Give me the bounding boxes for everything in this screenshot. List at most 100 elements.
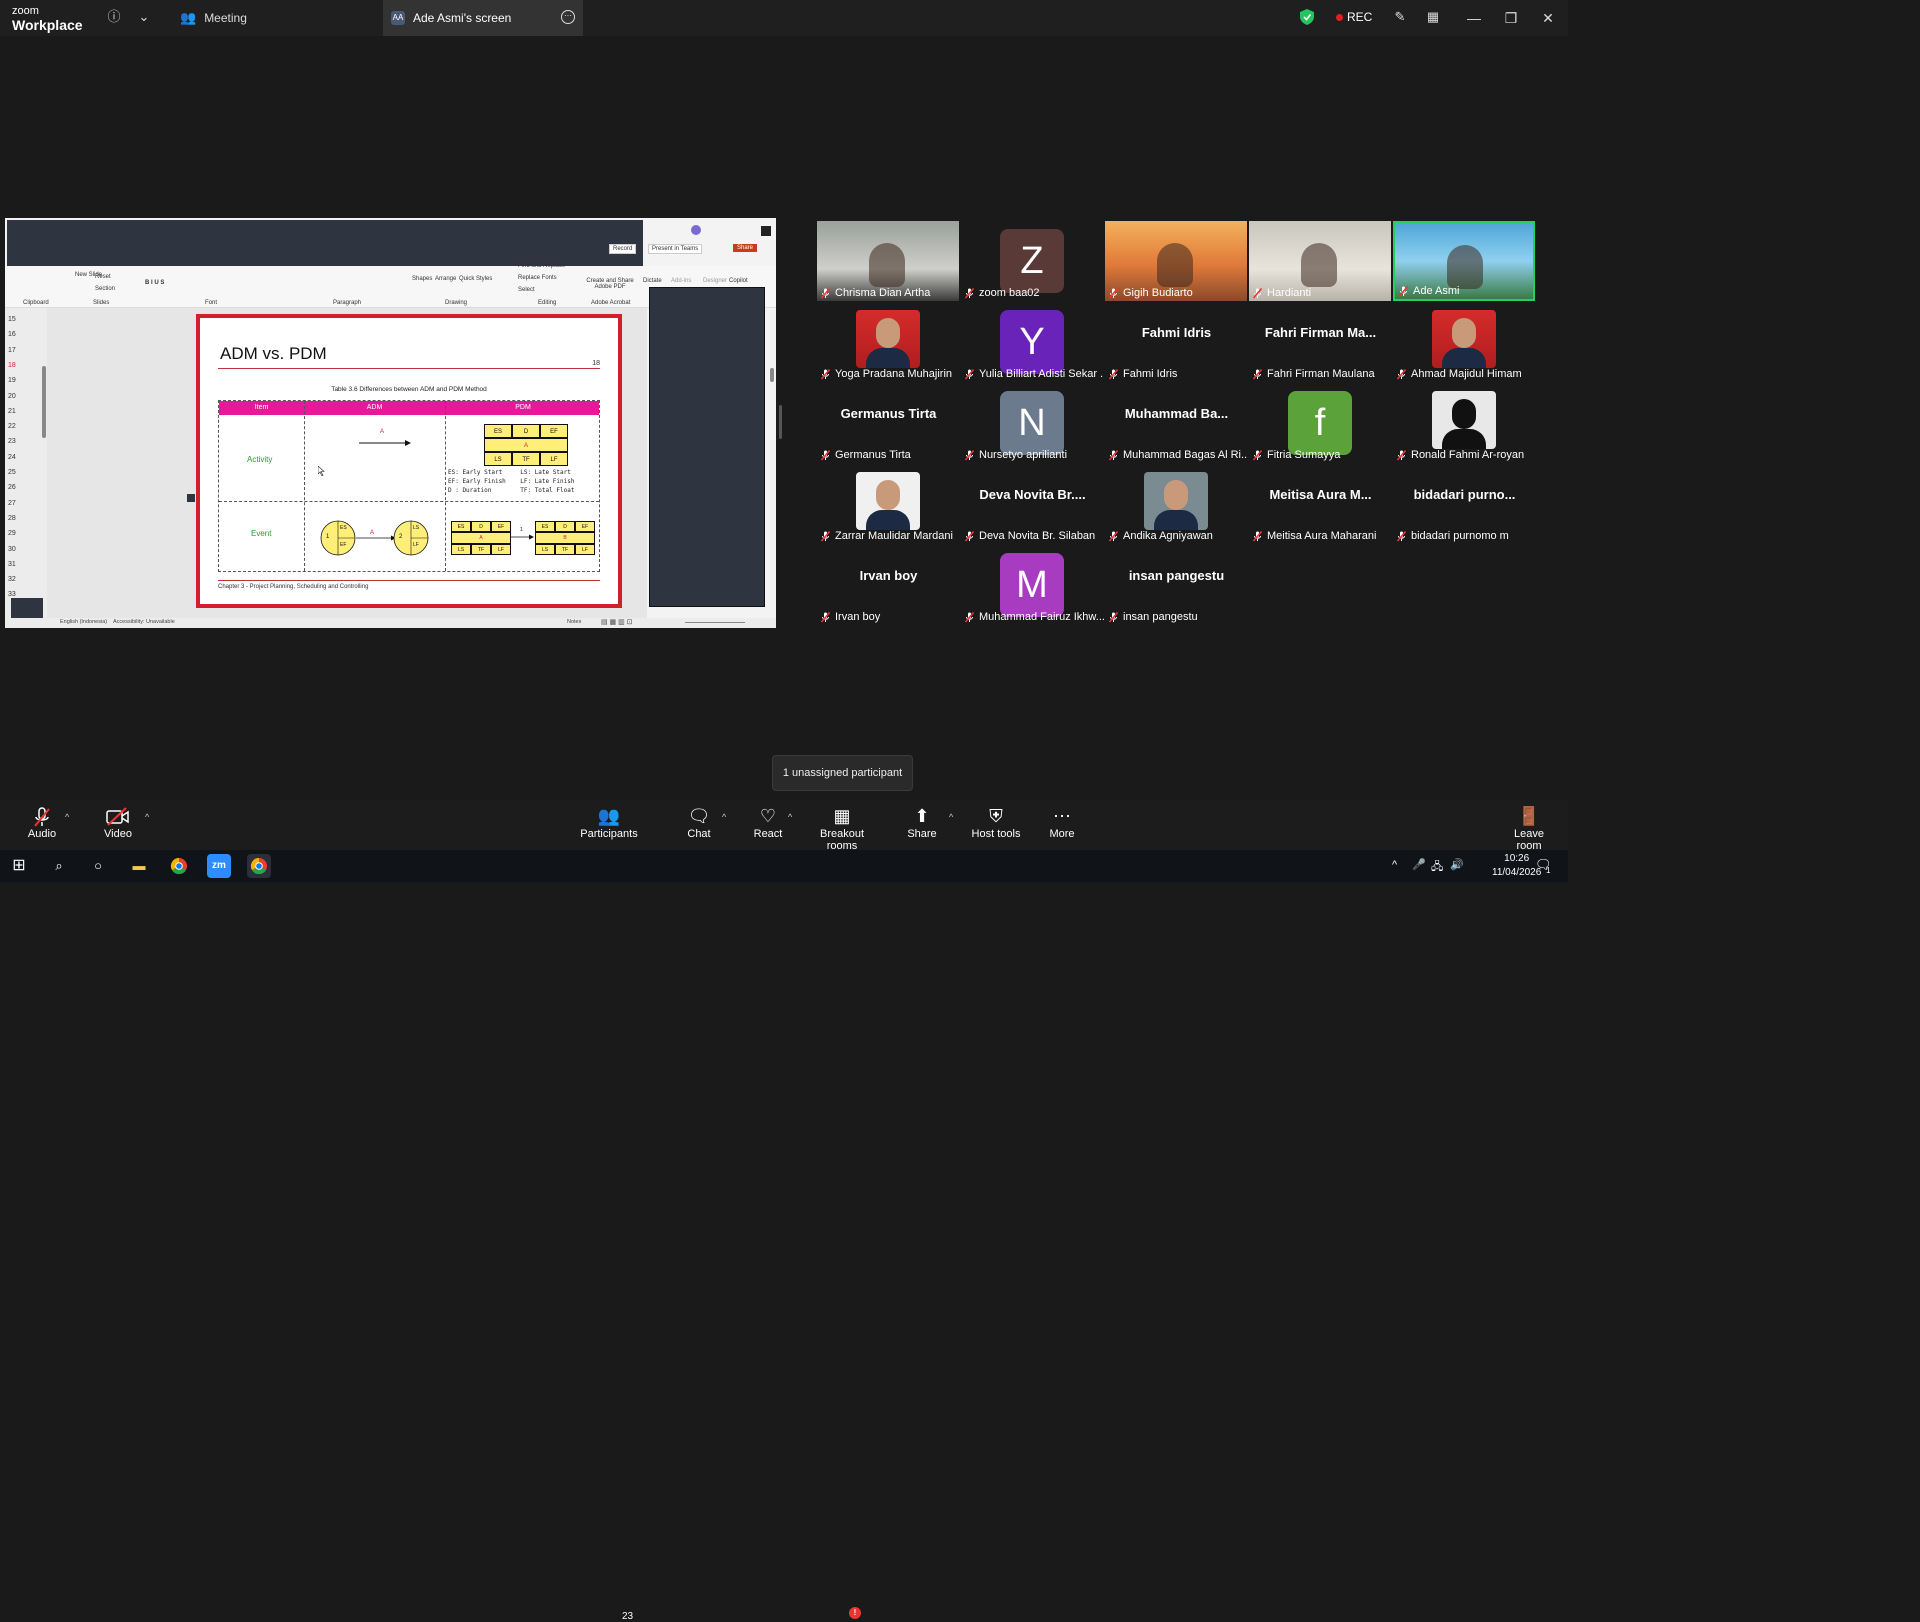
slide-thumbnail-number[interactable]: 25 bbox=[8, 469, 16, 476]
restore-icon[interactable]: ❐ bbox=[1501, 8, 1521, 28]
ppt-share-button[interactable]: Share bbox=[733, 244, 758, 252]
participant-tile[interactable]: Germanus Tirta Germanus Tirta bbox=[817, 383, 960, 463]
more-button[interactable]: ⋯ More bbox=[1042, 800, 1082, 850]
find-replace-button[interactable]: Find and Replace bbox=[518, 263, 565, 269]
accessibility-status[interactable]: Accessibility: Unavailable bbox=[113, 619, 175, 625]
designer-button[interactable]: Designer bbox=[703, 278, 727, 284]
zoom-slider[interactable] bbox=[685, 622, 745, 623]
close-icon[interactable]: ✕ bbox=[1538, 8, 1558, 28]
quick-styles-button[interactable]: Quick Styles bbox=[459, 276, 492, 282]
replace-fonts-button[interactable]: Replace Fonts bbox=[518, 275, 557, 281]
more-options-icon[interactable]: ··· bbox=[561, 10, 575, 24]
screen-share-tab[interactable]: AA Ade Asmi's screen ··· bbox=[383, 0, 583, 36]
search-icon[interactable]: ⌕ bbox=[47, 854, 71, 878]
canvas-scrollbar[interactable] bbox=[770, 368, 774, 382]
participant-tile[interactable]: Chrisma Dian Artha bbox=[817, 221, 959, 301]
view-buttons[interactable]: ▤ ▦ ▥ ⊡ bbox=[601, 618, 633, 626]
participant-tile[interactable]: Zarrar Maulidar Mardani bbox=[817, 464, 960, 544]
task-view-icon[interactable]: ○ bbox=[86, 854, 110, 878]
participant-tile[interactable]: Yoga Pradana Muhajirin bbox=[817, 302, 960, 382]
slide-thumbnail-number[interactable]: 17 bbox=[8, 347, 16, 354]
minimize-icon[interactable]: — bbox=[1464, 8, 1484, 28]
participant-tile[interactable]: insan pangestu insan pangestu bbox=[1105, 545, 1248, 625]
audio-options-caret[interactable]: ^ bbox=[65, 812, 69, 822]
participant-tile[interactable]: Irvan boy Irvan boy bbox=[817, 545, 960, 625]
reset-button[interactable]: Reset bbox=[95, 274, 111, 280]
present-in-teams-button[interactable]: Present in Teams bbox=[648, 244, 703, 254]
slide-thumbnail-number[interactable]: 23 bbox=[8, 438, 16, 445]
meeting-tab[interactable]: 👥 Meeting bbox=[170, 0, 380, 36]
participant-tile[interactable]: N Nursetyo aprilianti bbox=[961, 383, 1104, 463]
participant-tile[interactable]: Hardianti bbox=[1249, 221, 1391, 301]
select-button[interactable]: Select bbox=[518, 287, 535, 293]
section-button[interactable]: Section bbox=[95, 286, 115, 292]
chrome-active-icon[interactable] bbox=[247, 854, 271, 878]
participant-tile[interactable]: f Fitria Sumayya bbox=[1249, 383, 1392, 463]
slide-thumbnail-number[interactable]: 28 bbox=[8, 515, 16, 522]
participant-tile[interactable]: bidadari purno... bidadari purnomo m bbox=[1393, 464, 1536, 544]
slide-thumbnail-number[interactable]: 29 bbox=[8, 530, 16, 537]
participant-tile[interactable]: Ronald Fahmi Ar-royan bbox=[1393, 383, 1536, 463]
slide-thumbnail-number[interactable]: 27 bbox=[8, 500, 16, 507]
thumbnail-scrollbar[interactable] bbox=[42, 366, 46, 438]
chat-button[interactable]: 🗨 Chat bbox=[680, 800, 718, 850]
slide-thumbnail-number[interactable]: 22 bbox=[8, 423, 16, 430]
participant-tile[interactable]: Muhammad Ba... Muhammad Bagas Al Ri... bbox=[1105, 383, 1248, 463]
participant-tile[interactable]: M Muhammad Fairuz Ikhw... bbox=[961, 545, 1104, 625]
create-share-pdf-button[interactable]: Create and Share Adobe PDF bbox=[585, 278, 635, 290]
recording-indicator[interactable]: REC bbox=[1336, 10, 1372, 24]
video-button[interactable]: Video bbox=[98, 800, 138, 850]
tray-chevron-icon[interactable]: ^ bbox=[1392, 859, 1397, 871]
arrange-button[interactable]: Arrange bbox=[435, 276, 456, 282]
react-options-caret[interactable]: ^ bbox=[788, 812, 792, 822]
tray-volume-icon[interactable]: 🔊 bbox=[1450, 858, 1464, 871]
view-layout-icon[interactable]: ▦ bbox=[1424, 8, 1442, 26]
taskbar-clock[interactable]: 10:26 11/04/2026 bbox=[1492, 852, 1541, 880]
chevron-down-icon[interactable]: ⌄ bbox=[135, 8, 153, 26]
share-button[interactable]: ⬆ Share bbox=[902, 800, 942, 850]
participant-tile[interactable]: Andika Agniyawan bbox=[1105, 464, 1248, 544]
react-button[interactable]: ♡ React bbox=[748, 800, 788, 850]
participant-tile[interactable]: Fahri Firman Ma... Fahri Firman Maulana bbox=[1249, 302, 1392, 382]
annotate-pencil-icon[interactable]: ✎ bbox=[1391, 8, 1409, 26]
slide-thumbnail-number[interactable]: 20 bbox=[8, 393, 16, 400]
participant-tile[interactable]: Meitisa Aura M... Meitisa Aura Maharani bbox=[1249, 464, 1392, 544]
share-options-caret[interactable]: ^ bbox=[949, 812, 953, 822]
slide-thumbnail-number[interactable]: 30 bbox=[8, 546, 16, 553]
participant-tile[interactable]: Y Yulia Billiart Adisti Sekar ... bbox=[961, 302, 1104, 382]
leave-room-button[interactable]: 🚪 Leave room bbox=[1500, 800, 1558, 852]
participants-button[interactable]: 👥 Participants bbox=[578, 800, 640, 850]
participant-tile[interactable]: Gigih Budiarto bbox=[1105, 221, 1247, 301]
user-avatar-icon[interactable] bbox=[691, 225, 701, 235]
language-status[interactable]: English (Indonesia) bbox=[60, 619, 107, 625]
tray-mic-icon[interactable]: 🎤 bbox=[1412, 858, 1426, 871]
video-options-caret[interactable]: ^ bbox=[145, 812, 149, 822]
info-icon[interactable]: ⓘ bbox=[105, 8, 123, 26]
font-style-buttons[interactable]: B I U S bbox=[145, 280, 164, 286]
shapes-button[interactable]: Shapes bbox=[412, 276, 432, 282]
splitter-handle[interactable] bbox=[779, 405, 782, 439]
tray-network-icon[interactable]: 🖧 bbox=[1431, 858, 1443, 877]
participant-tile[interactable]: Deva Novita Br.... Deva Novita Br. Silaba… bbox=[961, 464, 1104, 544]
addins-button[interactable]: Add-ins bbox=[671, 278, 691, 284]
chrome-icon[interactable] bbox=[167, 854, 191, 878]
participant-tile[interactable]: Ade Asmi bbox=[1393, 221, 1535, 301]
slide-thumbnail-number[interactable]: 26 bbox=[8, 484, 16, 491]
breakout-rooms-button[interactable]: ▦ Breakout rooms bbox=[805, 800, 879, 852]
slide-thumbnail-number[interactable]: 19 bbox=[8, 377, 16, 384]
slide-thumbnail-number[interactable]: 21 bbox=[8, 408, 16, 415]
file-explorer-icon[interactable]: ▬ bbox=[127, 854, 151, 878]
shield-icon[interactable] bbox=[1300, 9, 1314, 25]
participant-tile[interactable]: Zzoom baa02 bbox=[961, 221, 1104, 301]
copilot-button[interactable]: Copilot bbox=[729, 278, 748, 284]
selection-handle[interactable] bbox=[187, 494, 195, 502]
slide-thumbnail-number[interactable]: 15 bbox=[8, 316, 16, 323]
notes-button[interactable]: Notes bbox=[567, 619, 581, 625]
zoom-app-icon[interactable]: zm bbox=[207, 854, 231, 878]
slide-thumbnail-number[interactable]: 31 bbox=[8, 561, 16, 568]
windows-start-icon[interactable]: ⊞ bbox=[7, 854, 31, 878]
slide-thumbnail-number[interactable]: 24 bbox=[8, 454, 16, 461]
participant-tile[interactable]: Fahmi Idris Fahmi Idris bbox=[1105, 302, 1248, 382]
participant-tile[interactable]: Ahmad Majidul Himam bbox=[1393, 302, 1536, 382]
dictate-button[interactable]: Dictate bbox=[643, 278, 662, 284]
